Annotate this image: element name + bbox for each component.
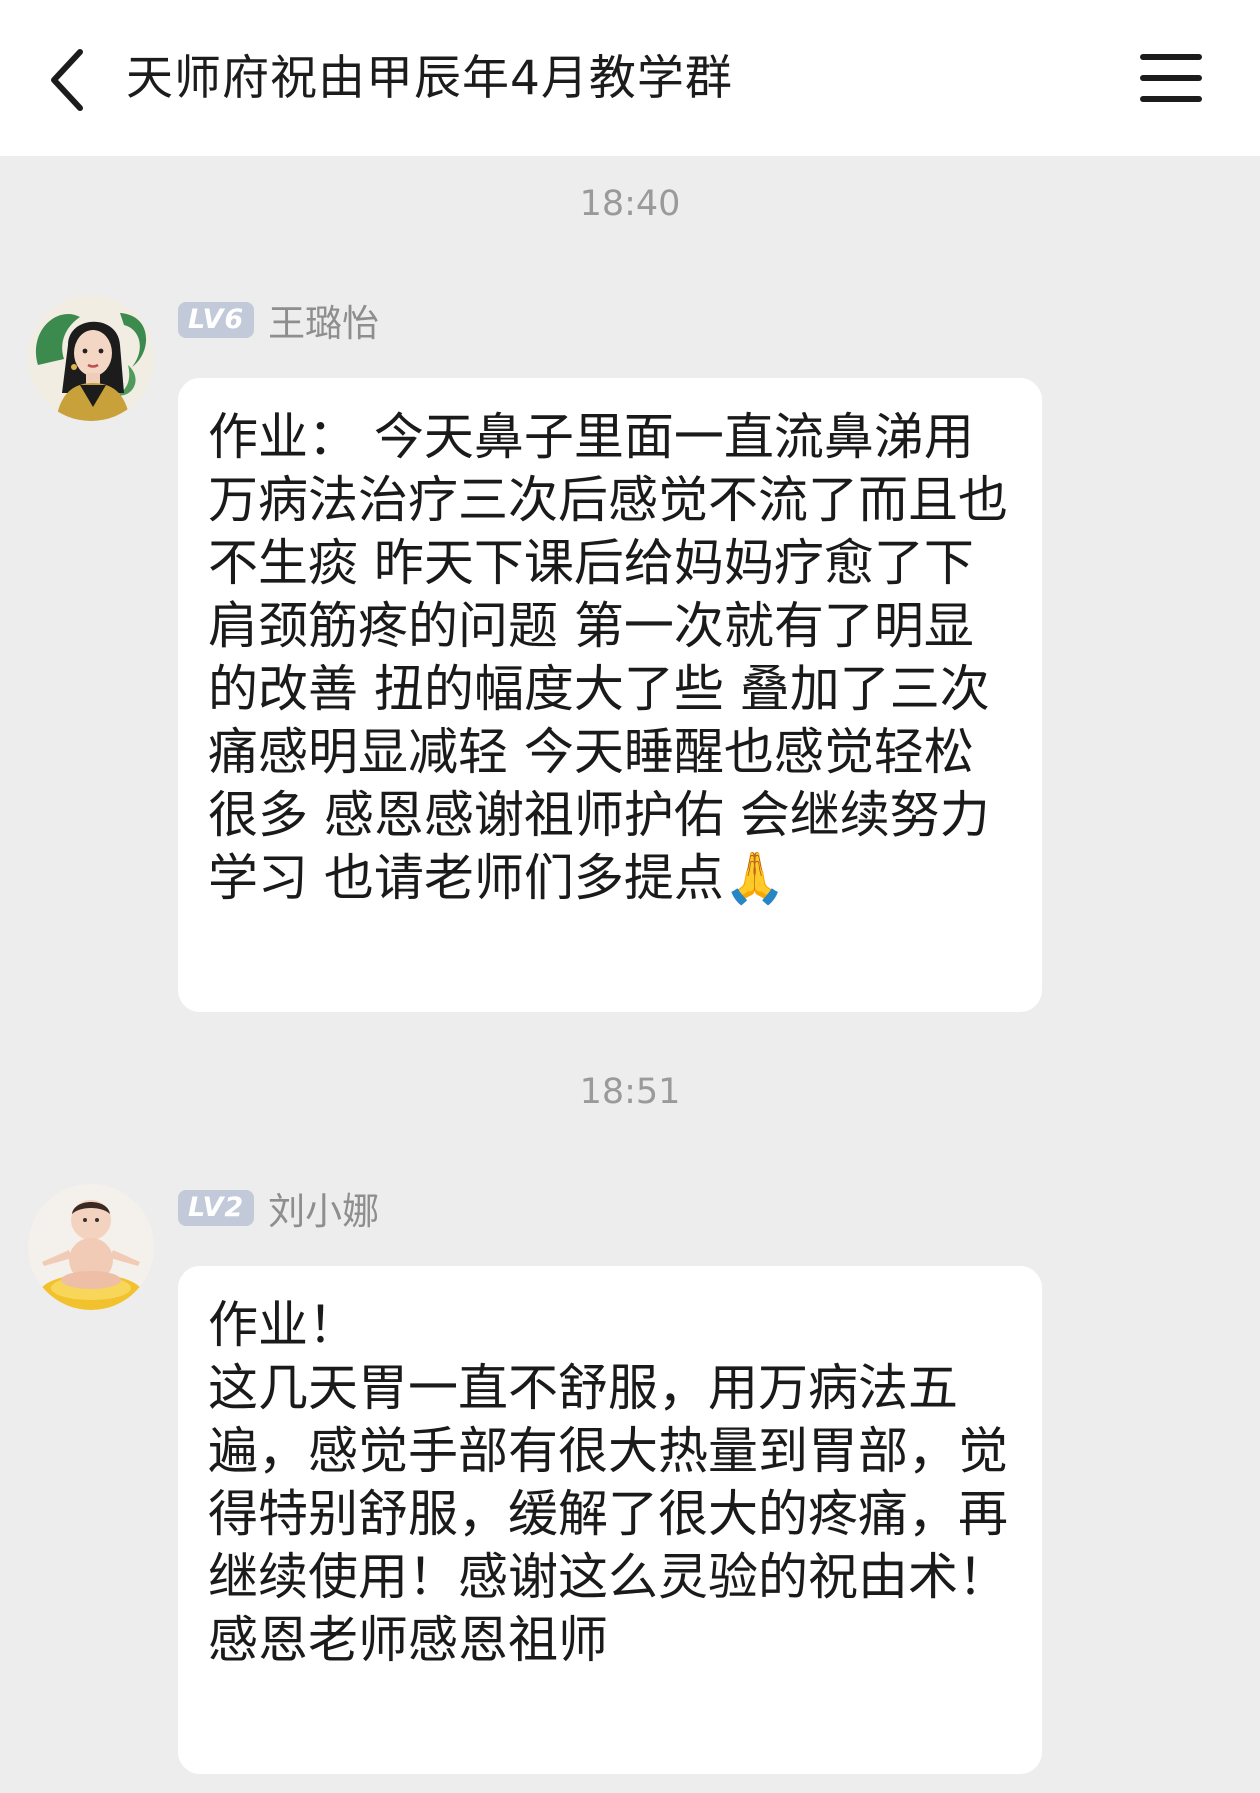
chat-title: 天师府祝由甲辰年4月教学群 — [126, 51, 733, 106]
level-badge: LV2 — [178, 1190, 255, 1226]
message-timestamp: 18:40 — [579, 184, 681, 224]
sender-name[interactable]: 王璐怡 — [268, 293, 379, 347]
menu-button[interactable] — [1140, 48, 1202, 108]
level-badge: LV6 — [178, 302, 255, 338]
sender-info: LV2 刘小娜 — [178, 1186, 379, 1233]
sender-info: LV6 王璐怡 — [178, 298, 379, 345]
message-timestamp: 18:51 — [579, 1072, 681, 1112]
message-bubble[interactable]: 作业！ 这几天胃一直不舒服，用万病法五遍，感觉手部有很大热量到胃部，觉得特别舒服… — [178, 1266, 1042, 1774]
message-bubble[interactable]: 作业： 今天鼻子里面一直流鼻涕用万病法治疗三次后感觉不流了而且也不生痰 昨天下课… — [178, 378, 1042, 1012]
back-button[interactable] — [36, 40, 96, 120]
sender-avatar[interactable] — [28, 1184, 154, 1310]
avatar-baby-meditating-icon — [28, 1184, 154, 1310]
sender-name[interactable]: 刘小娜 — [268, 1181, 379, 1235]
chat-header: 天师府祝由甲辰年4月教学群 — [0, 0, 1260, 156]
avatar-woman-dragon-icon — [28, 295, 154, 421]
chevron-left-icon — [51, 49, 83, 111]
hamburger-menu-icon — [1140, 54, 1202, 60]
sender-avatar[interactable] — [28, 295, 154, 421]
